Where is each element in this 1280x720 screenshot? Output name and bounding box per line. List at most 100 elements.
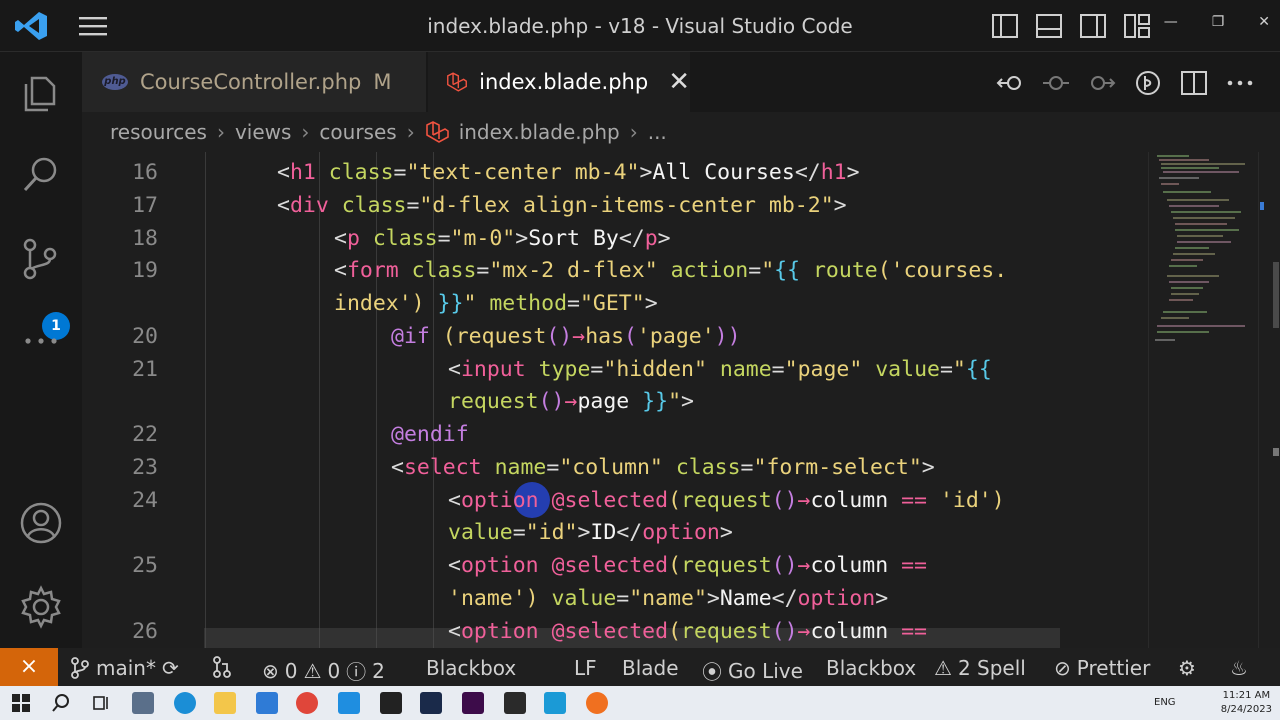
explorer-icon[interactable]: [18, 70, 64, 116]
more-icon[interactable]: [18, 318, 64, 364]
code-line[interactable]: 24 <option @selected(request()→column == …: [82, 484, 1148, 517]
figma-icon[interactable]: [504, 692, 526, 714]
line-number: 24: [132, 488, 158, 513]
split-editor-icon[interactable]: [1178, 68, 1210, 98]
prettier-indicator[interactable]: ⊘ Prettier: [1054, 656, 1150, 680]
laravel-icon: [447, 72, 467, 92]
notifications-bell-icon[interactable]: ♨: [1230, 656, 1248, 680]
breadcrumb: resources › views › courses › index.blad…: [82, 112, 1280, 152]
blackbox-right[interactable]: Blackbox: [826, 656, 916, 680]
timeline-icon[interactable]: [1040, 68, 1072, 98]
code-line[interactable]: 16 <h1 class="text-center mb-4">All Cours…: [82, 156, 1148, 189]
code-line[interactable]: 19 <form class="mx-2 d-flex" action="{{ r…: [82, 254, 1148, 287]
input-language[interactable]: ENG: [1154, 697, 1176, 708]
prohibited-icon: ⊘: [1054, 656, 1071, 680]
go-back-icon[interactable]: [994, 68, 1026, 98]
minimap[interactable]: [1148, 152, 1258, 648]
breadcrumb-item[interactable]: ...: [648, 120, 667, 144]
close-window-icon[interactable]: ✕: [1258, 14, 1270, 30]
branch-indicator[interactable]: main*: [70, 656, 156, 680]
tab-course-controller[interactable]: php CourseController.php M: [82, 52, 426, 112]
minimize-icon[interactable]: —: [1164, 14, 1178, 30]
file-explorer-icon[interactable]: [214, 692, 236, 714]
pull-request-icon[interactable]: [212, 656, 232, 678]
code-editor[interactable]: 16 <h1 class="text-center mb-4">All Cours…: [82, 152, 1148, 648]
code-line[interactable]: index') }}" method="GET">: [82, 287, 1148, 320]
line-number: 20: [132, 324, 158, 349]
code-line[interactable]: 26 <option @selected(request()→column ==: [82, 615, 1148, 648]
warning-icon: ⚠: [303, 658, 322, 683]
toggle-secondary-sidebar-icon[interactable]: [1078, 12, 1108, 40]
line-number: 16: [132, 160, 158, 185]
vertical-scrollbar[interactable]: [1258, 152, 1280, 648]
taskbar-search-icon[interactable]: [50, 692, 72, 714]
mail-icon[interactable]: [256, 692, 278, 714]
clock[interactable]: 11:21 AM 8/24/2023: [1221, 689, 1272, 717]
restore-icon[interactable]: ❐: [1212, 14, 1225, 30]
feedback-icon[interactable]: ⚙: [1178, 656, 1196, 680]
code-line[interactable]: 17 <div class="d-flex align-items-center …: [82, 189, 1148, 222]
adobe-xd-icon[interactable]: [462, 692, 484, 714]
close-tab-icon[interactable]: ✕: [668, 67, 690, 97]
remote-indicator-icon[interactable]: ⨯: [0, 648, 58, 686]
language-mode[interactable]: Blade: [622, 656, 679, 680]
tab-index-blade[interactable]: index.blade.php ✕: [428, 52, 690, 112]
eol-indicator[interactable]: LF: [574, 656, 597, 680]
code-line[interactable]: 25 <option @selected(request()→column ==: [82, 549, 1148, 582]
tab-label: index.blade.php: [479, 70, 649, 94]
breadcrumb-item[interactable]: courses: [319, 120, 396, 144]
modified-indicator: M: [373, 70, 392, 94]
l-app-icon[interactable]: [544, 692, 566, 714]
breadcrumb-item[interactable]: resources: [110, 120, 207, 144]
code-line[interactable]: 18 <p class="m-0">Sort By</p>: [82, 222, 1148, 255]
line-number: 17: [132, 193, 158, 218]
phpstorm-icon[interactable]: [380, 692, 402, 714]
open-changes-icon[interactable]: [1132, 68, 1164, 98]
source-control-icon[interactable]: [18, 236, 64, 282]
code-text: <option @selected(request()→column ==: [448, 553, 927, 578]
code-line[interactable]: 20 @if (request()→has('page')): [82, 320, 1148, 353]
edge-browser-icon[interactable]: [174, 692, 196, 714]
toggle-primary-sidebar-icon[interactable]: [990, 12, 1020, 40]
branch-name: main*: [96, 656, 156, 680]
scroll-marker: [1260, 202, 1264, 210]
breadcrumb-item[interactable]: views: [235, 120, 291, 144]
breadcrumb-item[interactable]: index.blade.php: [459, 120, 620, 144]
blackbox-left[interactable]: Blackbox: [426, 656, 516, 680]
code-line[interactable]: 21 <input type="hidden" name="page" value…: [82, 353, 1148, 386]
editor-tabs: php CourseController.php M index.blade.p…: [82, 52, 1280, 112]
customize-layout-icon[interactable]: [1122, 12, 1152, 40]
code-line[interactable]: 23 <select name="column" class="form-sele…: [82, 451, 1148, 484]
task-view-icon[interactable]: [90, 692, 112, 714]
spell-indicator[interactable]: ⚠ 2 Spell: [934, 656, 1026, 680]
scroll-thumb[interactable]: [1273, 262, 1279, 328]
settings-gear-icon[interactable]: [18, 584, 64, 630]
code-line[interactable]: 22 @endif: [82, 418, 1148, 451]
search-icon[interactable]: [18, 152, 64, 198]
postman-icon[interactable]: [586, 692, 608, 714]
go-live-button[interactable]: ⦿ Go Live: [702, 656, 803, 685]
code-text: value="id">ID</option>: [448, 520, 733, 545]
vscode-taskbar-icon[interactable]: [338, 692, 360, 714]
go-forward-icon[interactable]: [1086, 68, 1118, 98]
sync-icon[interactable]: ⟳: [162, 656, 179, 680]
toggle-panel-icon[interactable]: [1034, 12, 1064, 40]
line-number: 19: [132, 258, 158, 283]
code-line[interactable]: request()→page }}">: [82, 385, 1148, 418]
calculator-icon[interactable]: [132, 692, 154, 714]
account-icon[interactable]: [18, 500, 64, 546]
error-icon: ⊗: [262, 658, 279, 683]
git-branch-icon: [71, 657, 89, 679]
windows-start-icon[interactable]: [10, 692, 32, 714]
code-text: <option @selected(request()→column ==: [448, 619, 927, 644]
info-icon: ⓘ: [346, 660, 367, 684]
more-actions-icon[interactable]: [1224, 68, 1256, 98]
scroll-marker: [1273, 448, 1279, 456]
chrome-icon[interactable]: [296, 692, 318, 714]
photoshop-icon[interactable]: [420, 692, 442, 714]
code-line[interactable]: value="id">ID</option>: [82, 516, 1148, 549]
problems-indicator[interactable]: ⊗ 0 ⚠ 0 ⓘ 2: [262, 656, 385, 685]
code-line[interactable]: 'name') value="name">Name</option>: [82, 582, 1148, 615]
clock-time: 11:21 AM: [1222, 690, 1271, 701]
code-text: <form class="mx-2 d-flex" action="{{ rou…: [334, 258, 1008, 283]
